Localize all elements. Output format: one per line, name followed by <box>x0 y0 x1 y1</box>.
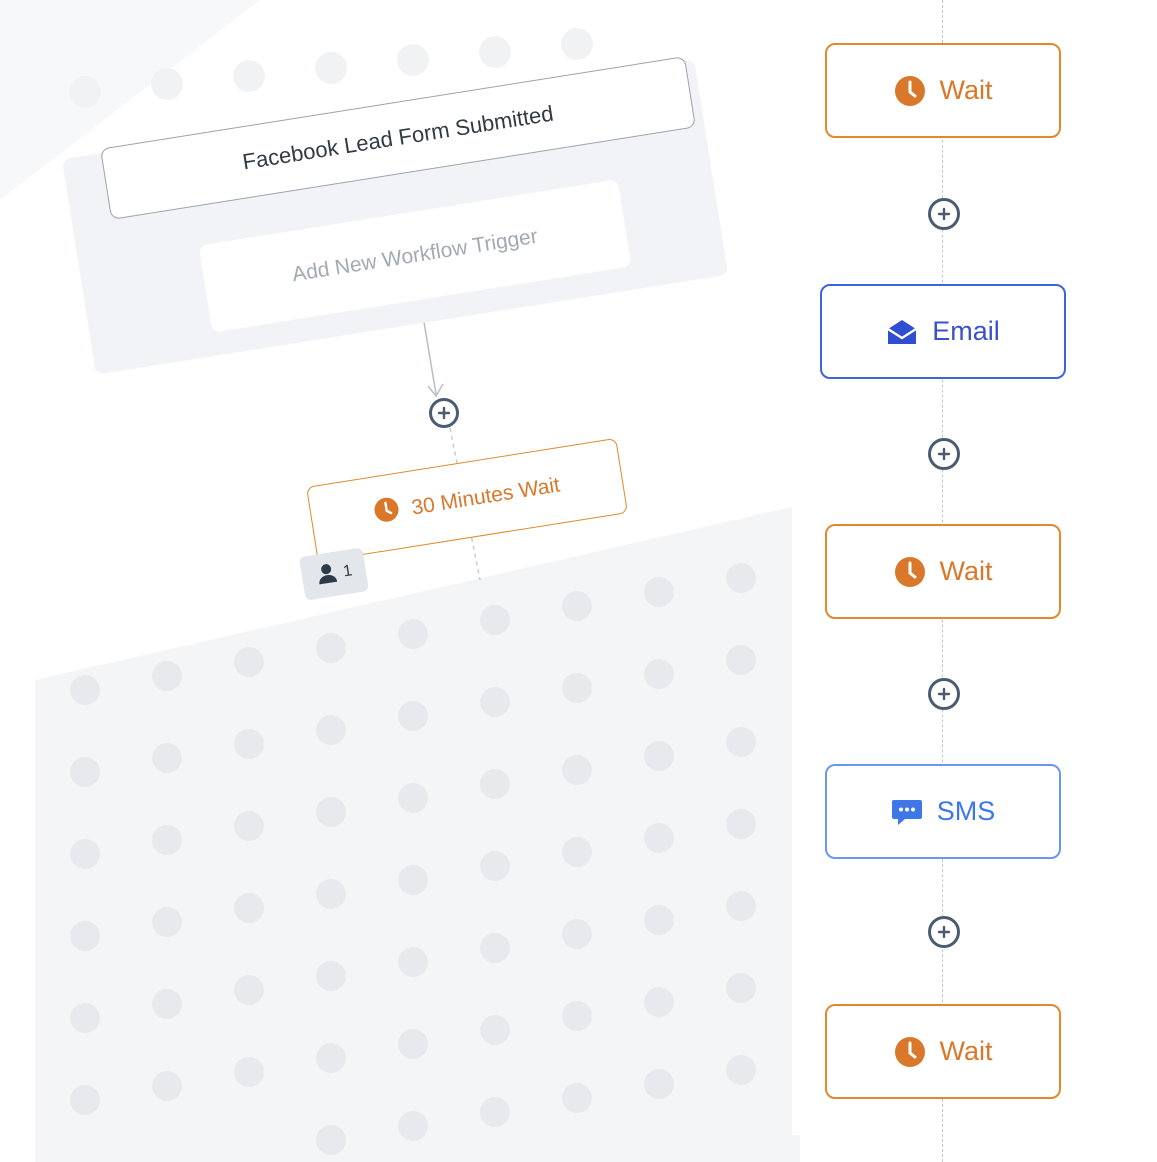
background-dot <box>480 1015 510 1045</box>
add-step-button[interactable] <box>928 198 960 230</box>
background-dot <box>70 839 100 869</box>
background-dot <box>726 1055 756 1085</box>
wait-step-1[interactable]: Wait <box>825 43 1061 138</box>
background-dot <box>562 1001 592 1031</box>
step-label: Wait <box>939 1036 993 1066</box>
add-step-button[interactable] <box>928 916 960 948</box>
clock-icon <box>894 75 926 107</box>
background-dot <box>726 891 756 921</box>
add-step-button[interactable] <box>928 678 960 710</box>
background-dot <box>152 989 182 1019</box>
background-dot <box>562 837 592 867</box>
background-dot <box>480 769 510 799</box>
background-dot <box>152 743 182 773</box>
background-dot <box>562 919 592 949</box>
background-dot <box>316 961 346 991</box>
background-dot <box>316 879 346 909</box>
background-dot <box>726 727 756 757</box>
background-dot <box>644 987 674 1017</box>
background-dot <box>316 1125 346 1155</box>
sms-step[interactable]: SMS <box>825 764 1061 859</box>
chat-bubble-icon <box>891 796 923 828</box>
background-dot <box>234 893 264 923</box>
plus-icon <box>937 687 951 701</box>
step-label: SMS <box>936 796 996 826</box>
background-dot <box>316 1043 346 1073</box>
email-step[interactable]: Email <box>820 284 1066 379</box>
background-dot <box>480 851 510 881</box>
wait-step-3[interactable]: Wait <box>825 1004 1061 1099</box>
plus-icon <box>437 406 451 420</box>
background-dot <box>562 755 592 785</box>
background-dot <box>70 1003 100 1033</box>
step-label: Wait <box>939 75 993 105</box>
add-trigger-label: Add New Workflow Trigger <box>290 224 540 287</box>
plus-icon <box>937 207 951 221</box>
clock-icon <box>372 495 403 531</box>
background-dot <box>398 701 428 731</box>
background-dot <box>480 1097 510 1127</box>
contacts-count: 1 <box>342 562 354 581</box>
background-dot <box>398 865 428 895</box>
background-dot <box>152 825 182 855</box>
user-icon <box>314 560 340 590</box>
background-dot <box>644 1069 674 1099</box>
wait-step-2[interactable]: Wait <box>825 524 1061 619</box>
step-label: Email <box>932 316 1000 346</box>
background-dot <box>398 1111 428 1141</box>
background-dot <box>480 933 510 963</box>
background-dot <box>316 797 346 827</box>
clock-icon <box>894 1036 926 1068</box>
add-step-button[interactable] <box>928 438 960 470</box>
background-dot <box>70 757 100 787</box>
step-label: Wait <box>939 556 993 586</box>
background-dot <box>70 921 100 951</box>
first-action-label: 30 Minutes Wait <box>409 473 562 520</box>
background-dot <box>644 823 674 853</box>
background-dot <box>234 729 264 759</box>
workflow-canvas-preview: Facebook Lead Form Submitted Add New Wor… <box>0 0 800 700</box>
background-dot <box>234 975 264 1005</box>
plus-icon <box>937 925 951 939</box>
background-dot <box>398 783 428 813</box>
background-dot <box>644 741 674 771</box>
background-dot <box>562 1083 592 1113</box>
background-dot <box>644 905 674 935</box>
background-dot <box>398 1029 428 1059</box>
background-dot <box>316 715 346 745</box>
background-dot <box>398 947 428 977</box>
background-dot <box>152 1071 182 1101</box>
add-step-button[interactable] <box>429 398 459 428</box>
plus-icon <box>937 447 951 461</box>
background-dot <box>726 809 756 839</box>
envelope-icon <box>886 316 918 348</box>
workflow-steps-column: Wait Email Wait SMS Wait <box>792 0 1130 1162</box>
background-dot <box>726 973 756 1003</box>
background-dot <box>234 811 264 841</box>
background-dot <box>234 1057 264 1087</box>
background-dot <box>152 907 182 937</box>
background-dot <box>70 1085 100 1115</box>
clock-icon <box>894 556 926 588</box>
